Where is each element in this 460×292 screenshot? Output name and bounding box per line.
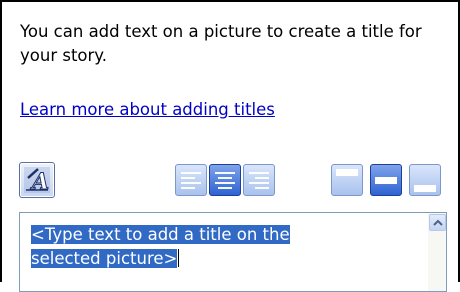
text-caret — [178, 249, 180, 267]
learn-more-link[interactable]: Learn more about adding titles — [20, 98, 275, 122]
position-top-button[interactable] — [331, 164, 363, 196]
position-bottom-button[interactable] — [409, 164, 441, 196]
position-middle-button[interactable] — [370, 164, 402, 196]
font-settings-icon: A — [24, 167, 50, 194]
align-left-button[interactable] — [175, 164, 207, 196]
text-scrollbar[interactable] — [428, 213, 446, 291]
description-text: You can add text on a picture to create … — [20, 22, 422, 65]
title-text-value: <Type text to add a title on the selecte… — [31, 225, 290, 268]
font-button[interactable]: A — [19, 162, 55, 198]
align-center-button[interactable] — [209, 164, 241, 196]
chevron-up-icon — [433, 219, 443, 226]
align-right-button[interactable] — [243, 164, 275, 196]
title-text-input[interactable]: <Type text to add a title on the selecte… — [19, 212, 447, 292]
title-panel: You can add text on a picture to create … — [0, 0, 460, 292]
scroll-up-button[interactable] — [429, 214, 446, 231]
